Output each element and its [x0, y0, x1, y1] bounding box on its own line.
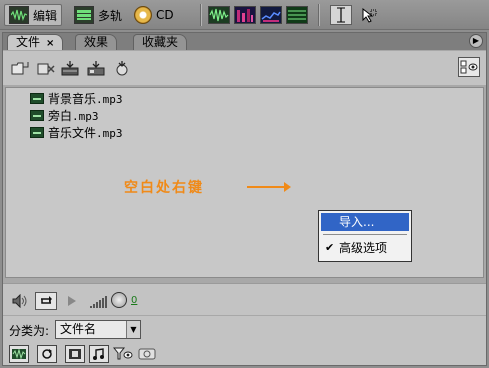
list-item[interactable]: 音乐文件.mp3 — [30, 124, 123, 140]
volume-meter — [90, 296, 110, 308]
filter-options-icon[interactable] — [113, 345, 133, 363]
tab-files-label: 文件 — [16, 35, 41, 49]
annotation-text: 空白处右键 — [124, 180, 204, 196]
menu-item-import-label: 导入... — [339, 215, 375, 229]
volume-knob[interactable] — [111, 292, 127, 308]
play-icon[interactable] — [65, 292, 79, 310]
tab-favorites-label: 收藏夹 — [142, 35, 179, 49]
frequency-view-icon[interactable] — [286, 6, 308, 24]
file-name: 音乐文件.mp3 — [48, 125, 123, 140]
main-toolbar: 编辑 多轨 CD — [0, 0, 489, 30]
toolbar-divider — [318, 4, 320, 26]
edit-file-icon[interactable] — [113, 60, 131, 76]
video-filter-icon[interactable] — [65, 345, 85, 363]
file-list[interactable]: 背景音乐.mp3 旁白.mp3 音乐文件.mp3 空白处右键 导入... ✔ 高… — [5, 87, 484, 278]
marquee-tool-icon[interactable] — [358, 5, 380, 25]
multitrack-view-label: 多轨 — [98, 8, 123, 23]
list-item[interactable]: 背景音乐.mp3 — [30, 90, 123, 106]
insert-multitrack-icon[interactable] — [61, 60, 79, 76]
cd-icon — [134, 6, 152, 24]
file-name: 旁白.mp3 — [48, 108, 99, 123]
waveform-edit-icon — [9, 6, 29, 24]
audio-file-icon — [30, 109, 44, 121]
files-toolbar — [3, 51, 486, 85]
show-options-icon[interactable] — [458, 57, 480, 77]
toolbar-divider — [200, 4, 202, 26]
audio-file-icon — [30, 92, 44, 104]
close-file-icon[interactable] — [37, 60, 55, 76]
import-file-icon[interactable] — [11, 60, 29, 76]
cd-view-button[interactable]: CD — [130, 4, 178, 26]
waveform-filter-icon[interactable] — [9, 345, 29, 363]
tab-effects-label: 效果 — [84, 35, 109, 49]
context-menu: 导入... ✔ 高级选项 — [318, 210, 412, 262]
insert-cd-icon[interactable] — [87, 60, 105, 76]
tab-effects[interactable]: 效果 — [75, 34, 118, 50]
menu-item-advanced-options-label: 高级选项 — [339, 241, 388, 255]
speaker-icon[interactable] — [9, 292, 31, 310]
annotation-arrow — [247, 182, 291, 192]
sort-by-select[interactable]: 文件名 ▼ — [55, 320, 141, 339]
time-selection-tool-icon[interactable] — [330, 5, 352, 25]
file-name: 背景音乐.mp3 — [48, 91, 123, 106]
waveform-view-icon[interactable] — [208, 6, 230, 24]
sort-row: 分类为: 文件名 ▼ — [3, 316, 486, 344]
edit-view-label: 编辑 — [33, 8, 58, 23]
panel-menu-icon[interactable]: ▶ — [469, 34, 483, 48]
midi-filter-icon[interactable] — [89, 345, 109, 363]
sort-by-value: 文件名 — [60, 322, 97, 336]
spectral-view-icon[interactable] — [234, 6, 256, 24]
volume-value[interactable]: 0 — [131, 295, 137, 306]
menu-item-import[interactable]: 导入... — [321, 213, 409, 231]
checkmark-icon: ✔ — [325, 241, 335, 254]
loop-filter-icon[interactable] — [37, 345, 57, 363]
cd-view-label: CD — [156, 8, 174, 22]
audio-file-icon — [30, 126, 44, 138]
multitrack-view-button[interactable]: 多轨 — [70, 4, 126, 26]
close-tab-icon[interactable]: × — [46, 38, 54, 49]
chevron-down-icon: ▼ — [126, 321, 140, 338]
preview-transport: 0 — [3, 283, 486, 315]
menu-item-advanced-options[interactable]: ✔ 高级选项 — [321, 239, 409, 257]
sort-label: 分类为: — [9, 324, 50, 338]
multitrack-icon — [74, 6, 94, 24]
spectral-pitch-icon[interactable] — [260, 6, 282, 24]
loop-button[interactable] — [35, 292, 57, 310]
list-item[interactable]: 旁白.mp3 — [30, 107, 99, 123]
tab-favorites[interactable]: 收藏夹 — [133, 34, 188, 50]
files-panel: 文件 × 效果 收藏夹 ▶ 背景音乐.mp3 旁白.mp3 音乐文件.mp3 空… — [2, 32, 487, 366]
edit-view-button[interactable]: 编辑 — [4, 4, 63, 26]
cd-filter-icon[interactable] — [137, 345, 157, 363]
tab-files[interactable]: 文件 × — [7, 34, 64, 50]
panel-tab-bar: 文件 × 效果 收藏夹 ▶ — [3, 33, 486, 50]
menu-divider — [323, 234, 407, 235]
filter-bar — [3, 344, 486, 365]
